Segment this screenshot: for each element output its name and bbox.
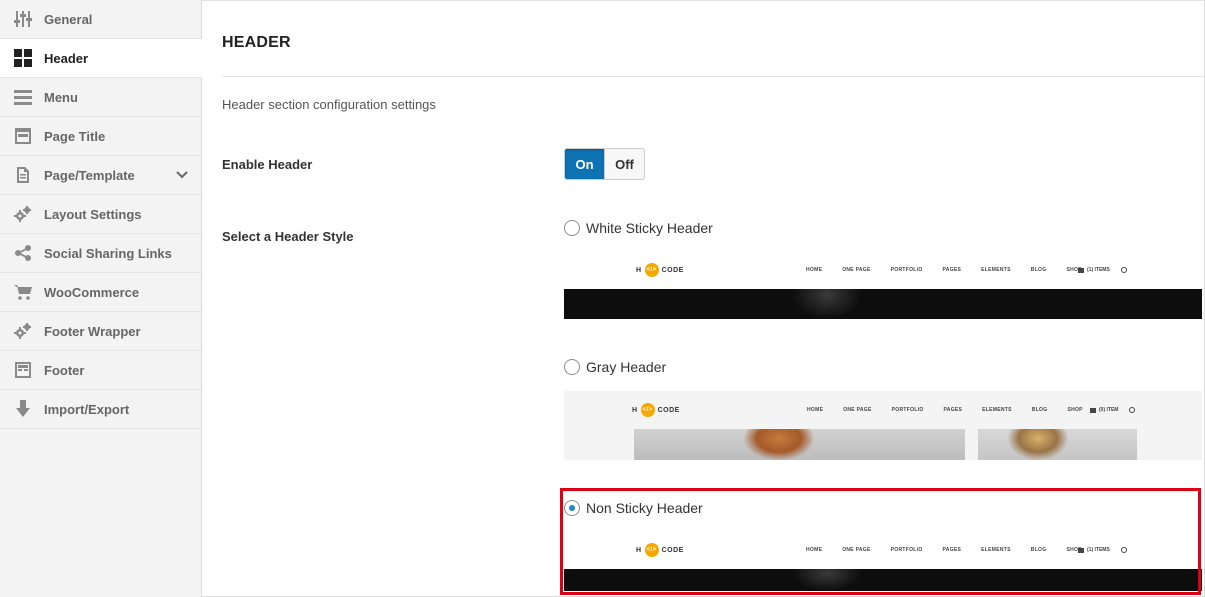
- sidebar-item-layout-settings[interactable]: Layout Settings: [0, 195, 201, 234]
- preview-nav-item: PAGES: [942, 267, 962, 273]
- preview-image-right: [978, 429, 1137, 460]
- radio-white-sticky-header[interactable]: White Sticky Header: [564, 220, 713, 236]
- preview-nav-links: HOME ONE PAGE PORTFOLIO PAGES ELEMENTS B…: [806, 267, 1102, 273]
- radio-button[interactable]: [564, 359, 580, 375]
- sidebar-item-label: Import/Export: [44, 401, 130, 417]
- preview-cart: (1) ITEMS: [1078, 267, 1110, 273]
- preview-cart-text: (1) ITEMS: [1087, 267, 1110, 273]
- preview-nav-item: PAGES: [943, 407, 963, 413]
- settings-panel: HEADER Header section configuration sett…: [202, 0, 1205, 597]
- logo-mark: </>: [640, 403, 655, 417]
- logo-text-left: H: [636, 266, 642, 274]
- search-icon: [1121, 267, 1127, 273]
- preview-nav-item: ONE PAGE: [842, 267, 871, 273]
- preview-nav-item: ONE PAGE: [843, 407, 872, 413]
- preview-nav-item: BLOG: [1030, 267, 1047, 273]
- sidebar-item-woocommerce[interactable]: WooCommerce: [0, 273, 201, 312]
- section-description: Header section configuration settings: [222, 97, 436, 112]
- sidebar-item-page-title[interactable]: Page Title: [0, 117, 201, 156]
- preview-nav-links: HOME ONE PAGE PORTFOLIO PAGES ELEMENTS B…: [807, 407, 1103, 413]
- radio-label: White Sticky Header: [586, 220, 713, 236]
- cogs-icon: [14, 205, 32, 223]
- logo-text-left: H: [632, 406, 638, 414]
- sidebar-item-import-export[interactable]: Import/Export: [0, 390, 201, 429]
- sliders-icon: [14, 10, 32, 28]
- white-sticky-header-preview[interactable]: H </> CODE HOME ONE PAGE PORTFOLIO PAGES…: [564, 251, 1202, 319]
- search-icon: [1129, 407, 1135, 413]
- enable-header-toggle: On Off: [564, 148, 645, 180]
- sidebar-item-label: Header: [44, 50, 89, 66]
- sidebar-item-page-template[interactable]: Page/Template: [0, 156, 201, 195]
- document-icon: [14, 166, 32, 184]
- sidebar-item-general[interactable]: General: [0, 0, 201, 39]
- settings-sidebar: General Header Menu Page Title Page/Temp…: [0, 0, 202, 597]
- sidebar-item-label: Page Title: [44, 128, 106, 144]
- preview-nav-item: ELEMENTS: [982, 407, 1012, 413]
- preview-image-left: [634, 429, 965, 460]
- window-icon: [14, 361, 32, 379]
- selection-highlight-box: [560, 488, 1201, 595]
- grid-icon: [14, 49, 32, 67]
- logo-text-right: CODE: [661, 266, 684, 274]
- enable-header-label: Enable Header: [222, 157, 313, 172]
- preview-navbar: H </> CODE HOME ONE PAGE PORTFOLIO PAGES…: [564, 251, 1202, 289]
- radio-gray-header[interactable]: Gray Header: [564, 359, 666, 375]
- preview-logo: H </> CODE: [636, 263, 684, 277]
- cart-icon: [14, 283, 32, 301]
- radio-button[interactable]: [564, 220, 580, 236]
- sidebar-item-social-sharing-links[interactable]: Social Sharing Links: [0, 234, 201, 273]
- preview-cart-text: (0) ITEM: [1099, 407, 1119, 413]
- sidebar-item-label: WooCommerce: [44, 284, 140, 300]
- preview-nav-item: HOME: [806, 267, 823, 273]
- preview-nav-item: PORTFOLIO: [890, 267, 923, 273]
- cogs-icon: [14, 322, 32, 340]
- sidebar-item-label: Footer Wrapper: [44, 323, 141, 339]
- preview-navbar: H </> CODE HOME ONE PAGE PORTFOLIO PAGES…: [564, 391, 1202, 429]
- sidebar-item-footer[interactable]: Footer: [0, 351, 201, 390]
- sidebar-item-label: Menu: [44, 89, 78, 105]
- header-style-label: Select a Header Style: [222, 229, 354, 244]
- toggle-on-button[interactable]: On: [565, 149, 604, 179]
- sidebar-item-label: Layout Settings: [44, 206, 142, 222]
- logo-mark: </>: [644, 263, 659, 277]
- preview-nav-item: HOME: [807, 407, 824, 413]
- gray-header-preview[interactable]: H </> CODE HOME ONE PAGE PORTFOLIO PAGES…: [564, 391, 1202, 460]
- logo-text-right: CODE: [657, 406, 680, 414]
- preview-logo: H </> CODE: [632, 403, 680, 417]
- toggle-off-button[interactable]: Off: [604, 149, 644, 179]
- window-icon: [14, 127, 32, 145]
- chevron-down-icon[interactable]: [175, 168, 189, 182]
- sidebar-item-menu[interactable]: Menu: [0, 78, 201, 117]
- sidebar-item-label: Social Sharing Links: [44, 245, 172, 261]
- cart-icon: [1078, 267, 1084, 273]
- menu-icon: [14, 88, 32, 106]
- preview-nav-item: PORTFOLIO: [891, 407, 924, 413]
- share-icon: [14, 244, 32, 262]
- sidebar-item-label: General: [44, 11, 93, 27]
- preview-nav-item: ELEMENTS: [981, 267, 1011, 273]
- sidebar-item-header[interactable]: Header: [0, 39, 202, 78]
- preview-nav-item: BLOG: [1031, 407, 1048, 413]
- sidebar-item-footer-wrapper[interactable]: Footer Wrapper: [0, 312, 201, 351]
- arrow-down-icon: [14, 400, 32, 418]
- sidebar-item-label: Footer: [44, 362, 85, 378]
- title-divider: [222, 76, 1204, 77]
- sidebar-item-label: Page/Template: [44, 167, 135, 183]
- radio-label: Gray Header: [586, 359, 667, 375]
- page-title: HEADER: [222, 34, 291, 51]
- cart-icon: [1090, 407, 1096, 413]
- preview-nav-item: SHOP: [1067, 407, 1083, 413]
- preview-cart: (0) ITEM: [1090, 407, 1118, 413]
- preview-hero-image: [564, 289, 1202, 319]
